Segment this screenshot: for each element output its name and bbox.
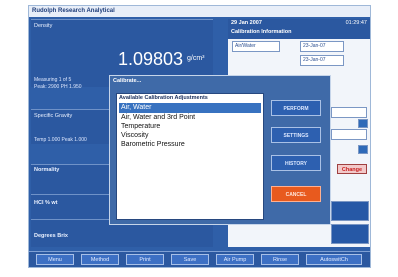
current-time: 01:29:47	[345, 20, 367, 26]
density-label: Density	[34, 23, 53, 29]
perform-button[interactable]: PERFORM	[271, 100, 321, 116]
value-box	[331, 224, 369, 244]
list-heading: Available Calibration Adjustments	[119, 95, 208, 101]
calibration-heading: Calibration Information	[231, 29, 292, 35]
calib-date-2: 23-Jan-07	[300, 55, 344, 66]
normality-label: Normality	[34, 167, 60, 173]
cancel-button[interactable]: CANCEL	[271, 186, 321, 202]
app-window: Rudolph Research Analytical Density 1.09…	[28, 5, 371, 268]
calibration-header: 29 Jan 2007 01:29:47 Calibration Informa…	[228, 19, 370, 39]
calibrate-dialog: Calibrate... Available Calibration Adjus…	[109, 75, 331, 225]
air-pump-button[interactable]: Air Pump	[216, 254, 254, 265]
peak-status: Peak: 2900 PH 1.950	[34, 84, 82, 90]
list-item-barometric-pressure[interactable]: Barometric Pressure	[119, 140, 261, 150]
field-box[interactable]	[331, 107, 367, 118]
hcl-label: HCl % wt	[34, 200, 58, 206]
settings-button[interactable]: SETTINGS	[271, 127, 321, 143]
density-reading: 1.09803	[118, 49, 184, 69]
method-button[interactable]: Method	[81, 254, 119, 265]
density-unit: g/cm³	[187, 55, 205, 62]
history-button[interactable]: HISTORY	[271, 155, 321, 171]
current-date: 29 Jan 2007	[231, 20, 262, 26]
change-button[interactable]: Change	[337, 164, 367, 174]
rinse-button[interactable]: Rinse	[261, 254, 299, 265]
calib-name-1: Air/Water	[232, 41, 280, 52]
bottom-toolbar: Menu Method Print Save Air Pump Rinse Au…	[29, 251, 370, 267]
degrees-brix-label: Degrees Brix	[34, 233, 68, 239]
autoswitch-button[interactable]: AutoswitCh	[306, 254, 362, 265]
indicator-box	[358, 119, 368, 128]
specific-gravity-label: Specific Gravity	[34, 113, 73, 119]
menu-button[interactable]: Menu	[36, 254, 74, 265]
window-title: Rudolph Research Analytical	[29, 6, 370, 17]
calib-date-1: 23-Jan-07	[300, 41, 344, 52]
field-box[interactable]	[331, 129, 367, 140]
value-box	[331, 201, 369, 221]
save-button[interactable]: Save	[171, 254, 209, 265]
list-item-air-water[interactable]: Air, Water	[119, 103, 261, 113]
print-button[interactable]: Print	[126, 254, 164, 265]
dialog-title: Calibrate...	[113, 78, 142, 84]
indicator-box	[358, 145, 368, 154]
calibration-list: Available Calibration Adjustments Air, W…	[116, 93, 264, 220]
temp-comp-status: Temp 1.000 Peak 1.000	[34, 137, 87, 143]
measuring-status: Measuring 1 of 5	[34, 77, 72, 83]
